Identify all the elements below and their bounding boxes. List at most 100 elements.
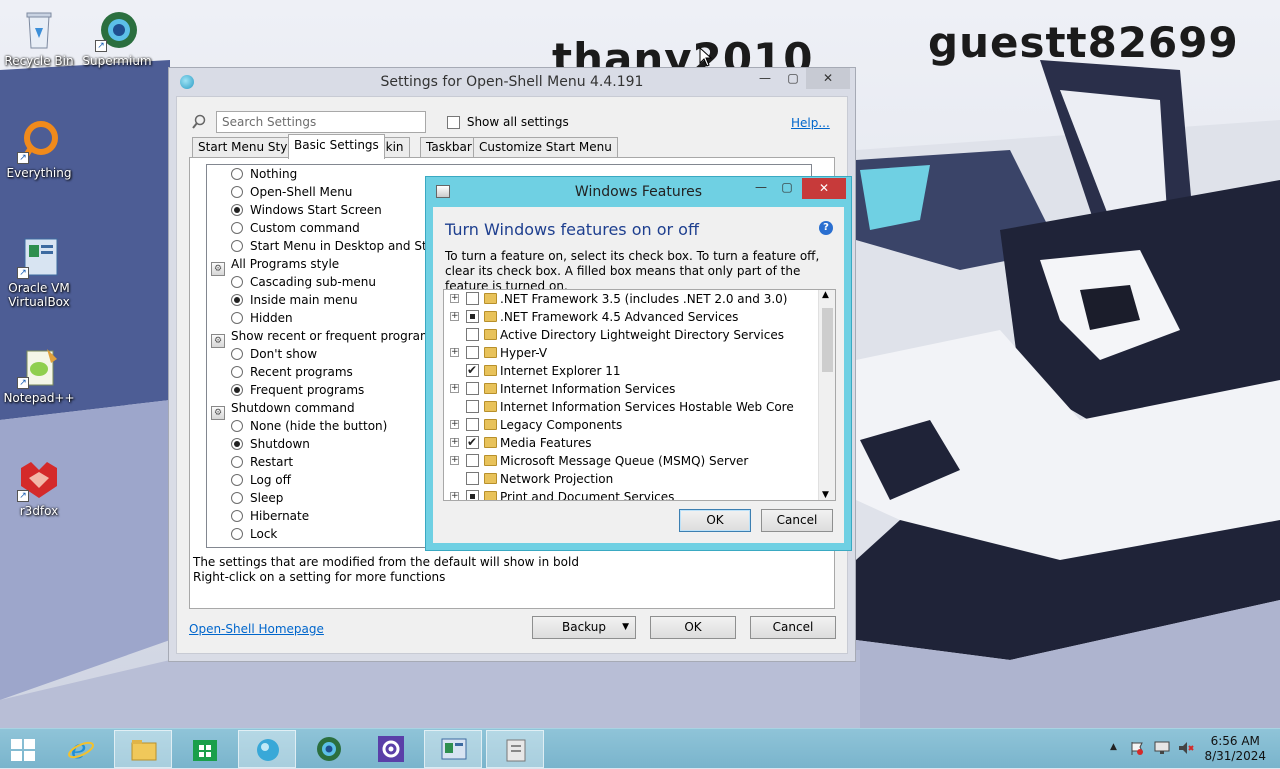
feature-row[interactable]: Active Directory Lightweight Directory S…	[444, 326, 818, 344]
radio-unselected[interactable]	[231, 456, 243, 468]
radio-unselected[interactable]	[231, 312, 243, 324]
open-shell-homepage-link[interactable]: Open-Shell Homepage	[189, 622, 324, 636]
features-close-button[interactable]: ✕	[802, 178, 846, 199]
radio-unselected[interactable]	[231, 240, 243, 252]
expand-plus-icon[interactable]: +	[450, 348, 459, 357]
show-all-settings-checkbox[interactable]	[447, 116, 460, 129]
settings-radio-option[interactable]: Custom command	[231, 219, 360, 237]
feature-checkbox[interactable]	[466, 418, 479, 431]
feature-row[interactable]: Network Projection	[444, 470, 818, 488]
taskbar-internet-explorer[interactable]: e	[52, 730, 110, 768]
feature-row[interactable]: + .NET Framework 4.5 Advanced Services	[444, 308, 818, 326]
radio-unselected[interactable]	[231, 510, 243, 522]
settings-radio-option[interactable]: Inside main menu	[231, 291, 358, 309]
settings-radio-option[interactable]: Shutdown	[231, 435, 310, 453]
expand-plus-icon[interactable]: +	[450, 294, 459, 303]
tab-customize-start-menu[interactable]: Customize Start Menu	[473, 137, 618, 158]
feature-row[interactable]: Internet Information Services Hostable W…	[444, 398, 818, 416]
feature-checkbox[interactable]	[466, 310, 479, 323]
feature-row[interactable]: + Microsoft Message Queue (MSMQ) Server	[444, 452, 818, 470]
show-all-settings-option[interactable]: Show all settings	[447, 115, 569, 129]
feature-row[interactable]: + Hyper-V	[444, 344, 818, 362]
settings-radio-option[interactable]: Frequent programs	[231, 381, 364, 399]
radio-unselected[interactable]	[231, 528, 243, 540]
settings-cancel-button[interactable]: Cancel	[750, 616, 836, 639]
taskbar-open-shell[interactable]	[238, 730, 296, 768]
maximize-button[interactable]: ▢	[780, 68, 806, 89]
feature-row[interactable]: + Internet Information Services	[444, 380, 818, 398]
taskbar-windows-features[interactable]	[486, 730, 544, 768]
settings-radio-option[interactable]: Start Menu in Desktop and Start S	[231, 237, 455, 255]
tab-taskbar[interactable]: Taskbar	[420, 137, 478, 158]
taskbar-clock[interactable]: 6:56 AM 8/31/2024	[1204, 734, 1266, 764]
settings-radio-option[interactable]: None (hide the button)	[231, 417, 387, 435]
help-icon[interactable]: ?	[819, 221, 833, 235]
settings-radio-option[interactable]: Nothing	[231, 165, 297, 183]
settings-radio-option[interactable]: Cascading sub-menu	[231, 273, 376, 291]
features-minimize-button[interactable]: —	[748, 177, 774, 198]
radio-unselected[interactable]	[231, 222, 243, 234]
radio-unselected[interactable]	[231, 366, 243, 378]
expand-plus-icon[interactable]: +	[450, 492, 459, 500]
desktop-icon-notepadpp[interactable]: ↗ Notepad++	[1, 345, 77, 405]
taskbar-store[interactable]	[176, 730, 234, 768]
settings-radio-option[interactable]: Don't show	[231, 345, 317, 363]
minimize-button[interactable]: —	[750, 68, 780, 89]
feature-checkbox[interactable]	[466, 472, 479, 485]
feature-checkbox[interactable]	[466, 435, 479, 449]
settings-group-row[interactable]: ⚙ Show recent or frequent programs	[211, 327, 438, 348]
settings-radio-option[interactable]: Hidden	[231, 309, 293, 327]
features-maximize-button[interactable]: ▢	[774, 177, 800, 198]
features-scrollbar[interactable]: ▲ ▼	[818, 290, 835, 500]
desktop-icon-virtualbox[interactable]: ↗ Oracle VM VirtualBox	[1, 235, 77, 309]
help-link[interactable]: Help...	[791, 116, 830, 130]
scroll-down-icon[interactable]: ▼	[822, 490, 829, 500]
feature-row[interactable]: + .NET Framework 3.5 (includes .NET 2.0 a…	[444, 290, 818, 308]
taskbar-supermium[interactable]	[300, 730, 358, 768]
feature-checkbox[interactable]	[466, 346, 479, 359]
feature-row[interactable]: + Media Features	[444, 434, 818, 452]
taskbar-file-explorer[interactable]	[114, 730, 172, 768]
expand-plus-icon[interactable]: +	[450, 438, 459, 447]
radio-unselected[interactable]	[231, 348, 243, 360]
desktop-icon-recycle-bin[interactable]: Recycle Bin	[1, 8, 77, 68]
feature-checkbox[interactable]	[466, 400, 479, 413]
network-icon[interactable]	[1154, 741, 1170, 755]
feature-checkbox[interactable]	[466, 328, 479, 341]
action-center-flag-icon[interactable]	[1130, 741, 1144, 755]
features-titlebar[interactable]: Windows Features — ▢ ✕	[426, 177, 851, 205]
feature-checkbox[interactable]	[466, 292, 479, 305]
radio-selected[interactable]	[231, 204, 243, 216]
radio-unselected[interactable]	[231, 420, 243, 432]
features-ok-button[interactable]: OK	[679, 509, 751, 532]
desktop-icon-r3dfox[interactable]: ↗ r3dfox	[1, 458, 77, 518]
taskbar-virtualbox[interactable]	[424, 730, 482, 768]
desktop-icon-everything[interactable]: ↗ Everything	[1, 120, 77, 180]
radio-selected[interactable]	[231, 294, 243, 306]
settings-radio-option[interactable]: Restart	[231, 453, 293, 471]
volume-muted-icon[interactable]	[1178, 741, 1194, 755]
feature-row[interactable]: + Legacy Components	[444, 416, 818, 434]
taskbar-settings[interactable]	[362, 730, 420, 768]
settings-radio-option[interactable]: Lock	[231, 525, 277, 543]
radio-selected[interactable]	[231, 384, 243, 396]
settings-group-row[interactable]: ⚙ All Programs style	[211, 255, 339, 276]
feature-checkbox[interactable]	[466, 490, 479, 500]
feature-row[interactable]: Internet Explorer 11	[444, 362, 818, 380]
settings-ok-button[interactable]: OK	[650, 616, 736, 639]
scrollbar-thumb[interactable]	[822, 308, 833, 372]
close-button[interactable]: ✕	[806, 68, 850, 89]
feature-checkbox[interactable]	[466, 454, 479, 467]
radio-unselected[interactable]	[231, 492, 243, 504]
desktop-icon-supermium[interactable]: ↗ Supermium	[79, 8, 155, 68]
settings-titlebar[interactable]: Settings for Open-Shell Menu 4.4.191 — ▢…	[169, 68, 855, 96]
feature-row[interactable]: + Print and Document Services	[444, 488, 818, 500]
search-settings-input[interactable]: Search Settings	[216, 111, 426, 133]
settings-radio-option[interactable]: Recent programs	[231, 363, 353, 381]
features-tree-list[interactable]: + Print and Document Services Network Proj…	[443, 289, 836, 501]
features-cancel-button[interactable]: Cancel	[761, 509, 833, 532]
radio-unselected[interactable]	[231, 168, 243, 180]
tab-basic-settings[interactable]: Basic Settings	[288, 134, 385, 159]
settings-radio-option[interactable]: Sleep	[231, 489, 283, 507]
expand-plus-icon[interactable]: +	[450, 384, 459, 393]
